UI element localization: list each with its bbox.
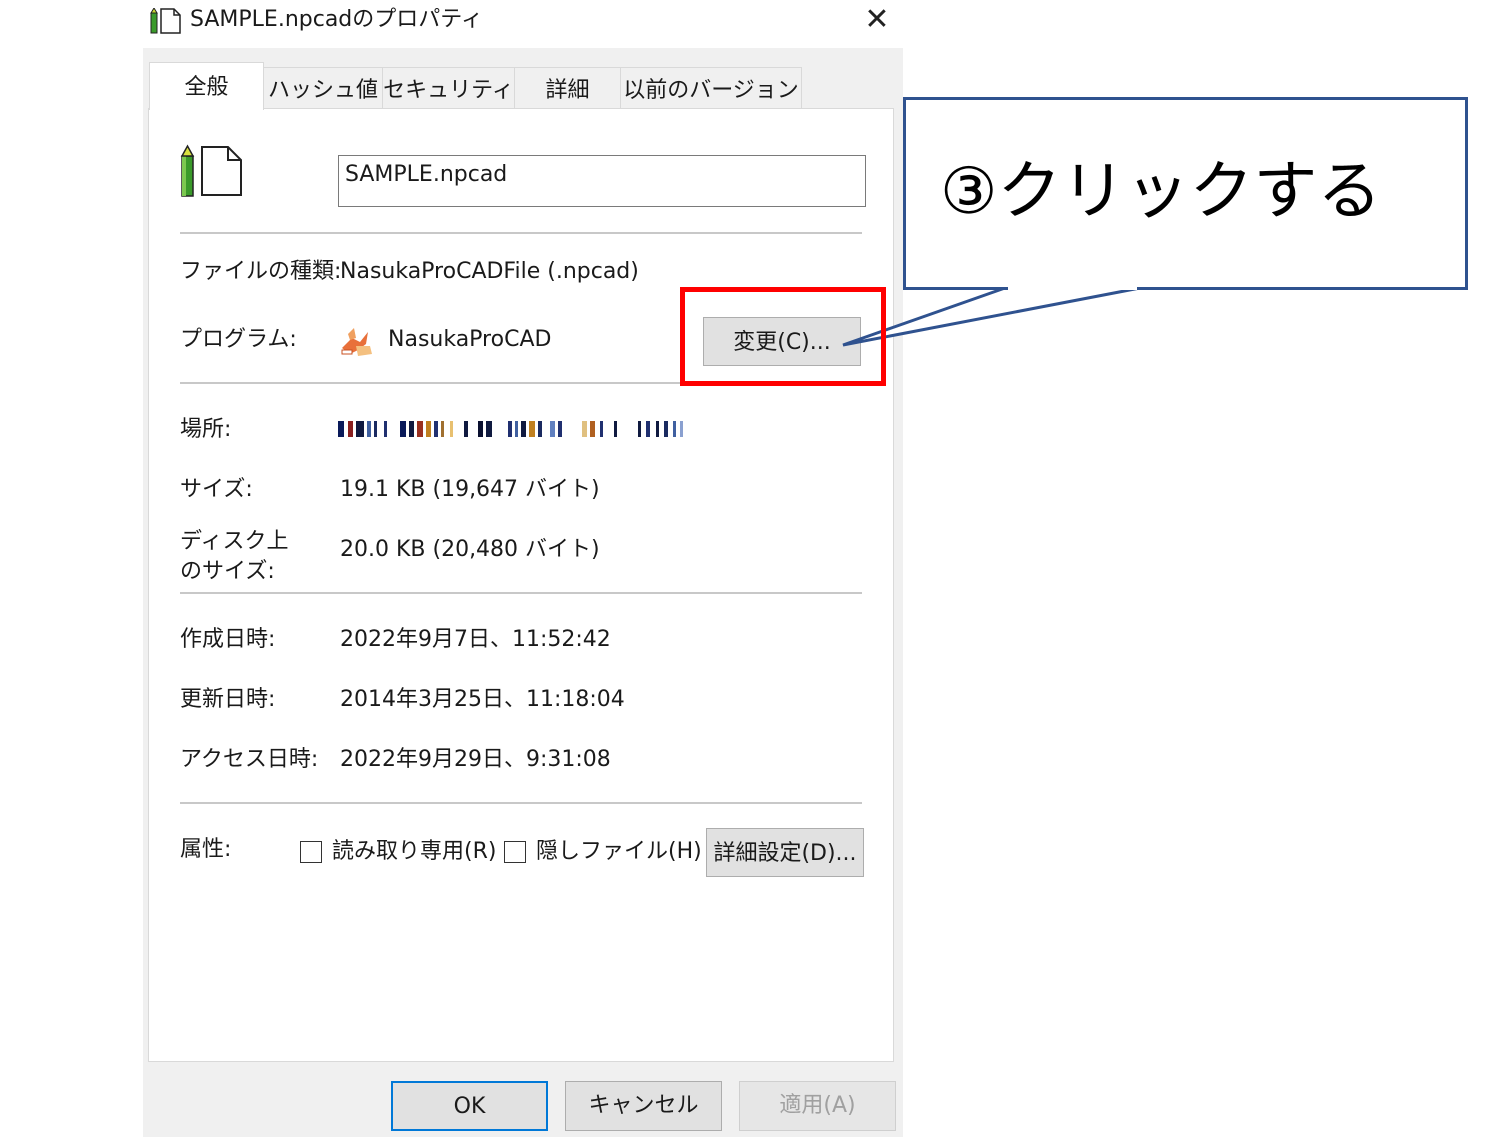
tab-security[interactable]: セキュリティ <box>382 67 515 108</box>
separator <box>180 802 862 804</box>
created-value: 2022年9月7日、11:52:42 <box>340 627 611 652</box>
tab-previous-versions[interactable]: 以前のバージョン <box>620 67 802 108</box>
hidden-checkbox-label[interactable]: 隠しファイル(H) <box>536 838 702 866</box>
disk-size-value: 20.0 KB (20,480 バイト) <box>340 537 600 562</box>
highlight-rectangle <box>680 287 886 386</box>
program-value: NasukaProCAD <box>388 327 552 352</box>
npcad-file-icon-large <box>180 144 242 197</box>
tab-hash[interactable]: ハッシュ値 <box>263 67 383 108</box>
separator <box>180 592 862 594</box>
cancel-button[interactable]: キャンセル <box>565 1081 722 1131</box>
size-value: 19.1 KB (19,647 バイト) <box>340 477 600 502</box>
disk-size-label-line1: ディスク上 <box>180 529 289 554</box>
close-button[interactable]: ✕ <box>856 4 898 38</box>
ok-button[interactable]: OK <box>391 1081 548 1131</box>
tab-general[interactable]: 全般 <box>149 62 264 110</box>
modified-label: 更新日時: <box>180 687 276 712</box>
separator <box>180 232 862 234</box>
size-label: サイズ: <box>180 477 253 502</box>
file-name-input[interactable] <box>338 155 866 207</box>
accessed-label: アクセス日時: <box>180 747 319 772</box>
readonly-checkbox-label[interactable]: 読み取り専用(R) <box>332 838 496 866</box>
window-title: SAMPLE.npcadのプロパティ <box>190 7 483 32</box>
location-redacted-mosaic <box>338 421 683 437</box>
nasukaprocad-app-icon <box>341 328 372 356</box>
file-type-value: NasukaProCADFile (.npcad) <box>340 259 639 284</box>
attributes-label: 属性: <box>180 837 232 862</box>
file-type-label: ファイルの種類: <box>180 259 342 284</box>
created-label: 作成日時: <box>180 627 276 652</box>
apply-button[interactable]: 適用(A) <box>739 1081 896 1131</box>
callout-text: ③クリックする <box>940 155 1382 229</box>
separator <box>180 382 680 384</box>
advanced-attributes-button[interactable]: 詳細設定(D)... <box>706 828 864 877</box>
accessed-value: 2022年9月29日、9:31:08 <box>340 747 611 772</box>
location-label: 場所: <box>180 417 232 442</box>
hidden-checkbox[interactable] <box>504 841 526 863</box>
modified-value: 2014年3月25日、11:18:04 <box>340 687 625 712</box>
tab-details[interactable]: 詳細 <box>514 67 621 108</box>
disk-size-label-line2: のサイズ: <box>180 559 275 584</box>
readonly-checkbox[interactable] <box>300 841 322 863</box>
program-label: プログラム: <box>180 327 297 352</box>
npcad-file-icon <box>150 8 181 34</box>
